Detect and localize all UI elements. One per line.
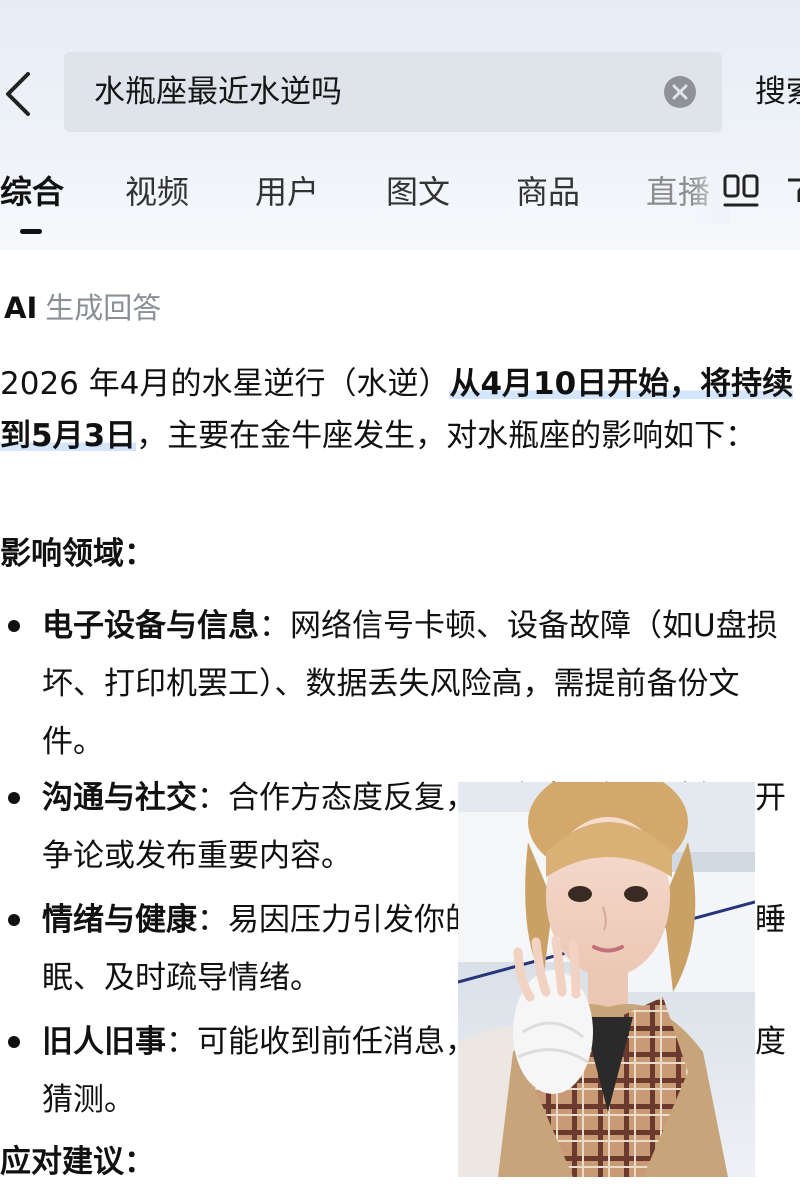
search-query-text: 水瓶座最近水逆吗 [94, 74, 342, 110]
ai-header-label: 生成回答 [45, 291, 162, 325]
result-tabs: 综合 视频 用户 图文 商品 直播 [0, 160, 800, 234]
filter-icon[interactable] [786, 176, 800, 206]
back-arrow-icon[interactable] [2, 66, 42, 122]
layout-toggle-icon[interactable] [722, 173, 760, 209]
section-title-advice: 应对建议： [0, 1144, 155, 1180]
intro-text: 2026 年4月的水星逆行（水逆） [0, 366, 450, 402]
tab-users[interactable]: 用户 [255, 160, 319, 224]
tab-comprehensive[interactable]: 综合 [0, 160, 64, 224]
search-input[interactable]: 水瓶座最近水逆吗 [64, 52, 722, 132]
clear-icon[interactable] [664, 76, 696, 108]
selfie-photo-illustration [458, 782, 755, 1177]
search-button[interactable]: 搜索 [755, 52, 800, 132]
bullet-text: 电子设备与信息：网络信号卡顿、设备故障（如U盘损坏、打印机罢工）、数据丢失风险高… [42, 597, 800, 771]
bullet-title: 情绪与健康 [42, 902, 197, 938]
bullet-title: 电子设备与信息 [42, 608, 259, 644]
search-header: 水瓶座最近水逆吗 搜索 综合 视频 用户 图文 商品 直播 [0, 0, 800, 250]
bullet-dot [8, 914, 20, 926]
intro-text-rest: ，主要在金牛座发生，对水瓶座的影响如下： [136, 418, 757, 454]
section-title-impact: 影响领域： [0, 536, 155, 572]
bullet-dot [8, 620, 20, 632]
tab-products[interactable]: 商品 [516, 160, 580, 224]
ai-answer-header: AI 生成回答 [4, 286, 161, 330]
ai-logo: AI [4, 291, 38, 325]
active-tab-indicator [20, 229, 42, 234]
bullet-title: 沟通与社交 [42, 780, 197, 816]
bullet-dot [8, 792, 20, 804]
selfie-photo [458, 782, 755, 1177]
tab-video[interactable]: 视频 [125, 160, 189, 224]
tab-image-text[interactable]: 图文 [386, 160, 450, 224]
ai-answer-intro: 2026 年4月的水星逆行（水逆）从4月10日开始，将持续到5月3日，主要在金牛… [0, 358, 800, 462]
bullet-dot [8, 1036, 20, 1048]
list-item: 电子设备与信息：网络信号卡顿、设备故障（如U盘损坏、打印机罢工）、数据丢失风险高… [0, 597, 800, 771]
bullet-title: 旧人旧事 [42, 1024, 166, 1060]
